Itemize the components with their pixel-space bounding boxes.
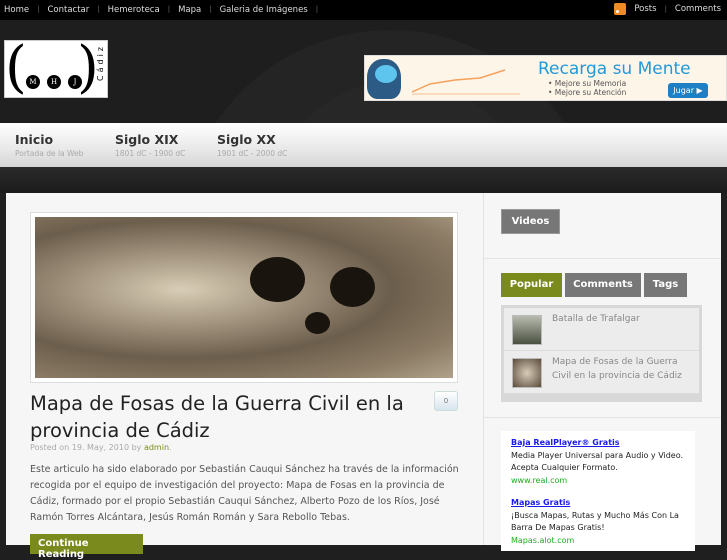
nav-title: Inicio — [15, 132, 54, 147]
separator: | — [97, 5, 100, 13]
list-item[interactable]: Batalla de Trafalgar — [504, 308, 699, 351]
list-item[interactable]: Mapa de Fosas de la Guerra Civil en la p… — [504, 351, 699, 394]
top-bar: Home | Contactar | Hemeroteca | Mapa | Galer… — [0, 0, 727, 20]
sidebar: Videos Popular Comments Tags Batalla de … — [484, 193, 721, 551]
menu-mapa[interactable]: Mapa — [178, 5, 201, 15]
post-image[interactable] — [30, 212, 458, 383]
tab-popular[interactable]: Popular — [501, 273, 562, 297]
nav-subtitle: 1801 dC - 1900 dC — [115, 149, 186, 158]
post-meta: Posted on 19. May, 2010 by admin. — [30, 443, 172, 452]
post-title[interactable]: Mapa de Fosas de la Guerra Civil en la p… — [30, 390, 410, 444]
banner-ad[interactable]: Recarga su Mente • Mejore su Memoria • M… — [364, 55, 727, 101]
site-logo[interactable]: ( M H J ) Cádiz — [4, 40, 108, 98]
tab-tags[interactable]: Tags — [644, 273, 687, 297]
thumbnail — [512, 358, 542, 388]
ad-bullet: • Mejore su Atención — [548, 88, 627, 97]
author-link[interactable]: admin — [144, 443, 169, 452]
divider — [484, 258, 721, 259]
nav-subtitle: Portada de la Web — [15, 149, 84, 158]
separator: | — [167, 5, 171, 13]
main-nav: Inicio Portada de la Web Siglo XIX 1801 dC… — [0, 123, 727, 167]
divider-band — [0, 167, 727, 193]
separator: | — [37, 5, 40, 13]
nav-title: Siglo XX — [217, 132, 276, 147]
separator: | — [315, 5, 319, 13]
ad-url[interactable]: Mapas.alot.com — [511, 535, 685, 548]
nav-inicio[interactable]: Inicio Portada de la Web — [15, 132, 83, 158]
header: ( M H J ) Cádiz Recarga su Mente • Mejor… — [0, 20, 727, 123]
menu-contactar[interactable]: Contactar — [47, 5, 89, 15]
popular-item-title[interactable]: Batalla de Trafalgar — [552, 312, 692, 326]
ad-text: Media Player Universal para Audio y Vide… — [511, 450, 684, 473]
logo-letter: M — [26, 75, 40, 89]
popular-list: Batalla de Trafalgar Mapa de Fosas de la… — [501, 305, 702, 402]
chart-graphic — [411, 69, 520, 95]
comment-count-badge[interactable]: 0 — [434, 391, 458, 411]
top-menu: Home | Contactar | Hemeroteca | Mapa | Galer… — [4, 5, 326, 15]
ad-link[interactable]: Baja RealPlayer® Gratis — [511, 438, 620, 447]
ad-text: ¡Busca Mapas, Rutas y Mucho Más Con La B… — [511, 510, 679, 533]
rss-icon[interactable] — [614, 3, 627, 15]
logo-city: Cádiz — [96, 44, 105, 81]
comments-feed-link[interactable]: Comments — [675, 4, 721, 14]
ad-title: Recarga su Mente — [538, 59, 691, 79]
logo-paren: ( — [5, 35, 27, 100]
nav-subtitle: 1901 dC - 2000 dC — [217, 149, 288, 158]
posted-date: Posted on 19. May, 2010 by — [30, 443, 142, 452]
nav-siglo-xx[interactable]: Siglo XX 1901 dC - 2000 dC — [217, 132, 287, 158]
separator: | — [664, 5, 667, 13]
menu-hemeroteca[interactable]: Hemeroteca — [108, 5, 160, 15]
nav-siglo-xix[interactable]: Siglo XIX 1801 dC - 1900 dC — [115, 132, 185, 158]
videos-button[interactable]: Videos — [501, 209, 560, 234]
main-column: Mapa de Fosas de la Guerra Civil en la p… — [6, 193, 484, 560]
popular-item-title[interactable]: Mapa de Fosas de la Guerra Civil en la p… — [552, 355, 692, 383]
nav-title: Siglo XIX — [115, 132, 179, 147]
tab-comments[interactable]: Comments — [565, 273, 641, 297]
posts-feed-link[interactable]: Posts — [634, 4, 656, 14]
continue-reading-button[interactable]: Continue Reading — [30, 534, 143, 560]
divider — [484, 417, 721, 418]
play-button[interactable]: Jugar ▶ — [668, 83, 708, 98]
ad-url[interactable]: www.real.com — [511, 475, 685, 488]
menu-home[interactable]: Home — [4, 5, 29, 15]
content: Mapa de Fosas de la Guerra Civil en la p… — [6, 193, 721, 560]
logo-letter: H — [47, 75, 61, 89]
text-ads: Baja RealPlayer® Gratis Media Player Uni… — [501, 431, 695, 551]
separator: | — [209, 5, 212, 13]
ad-link[interactable]: Mapas Gratis — [511, 498, 570, 507]
thumbnail — [512, 315, 542, 345]
menu-galeria[interactable]: Galeria de Imágenes — [220, 5, 308, 15]
post-excerpt: Este articulo ha sido elaborado por Seba… — [30, 464, 459, 523]
ad-bullet: • Mejore su Memoria — [548, 79, 627, 88]
head-icon — [367, 59, 401, 99]
